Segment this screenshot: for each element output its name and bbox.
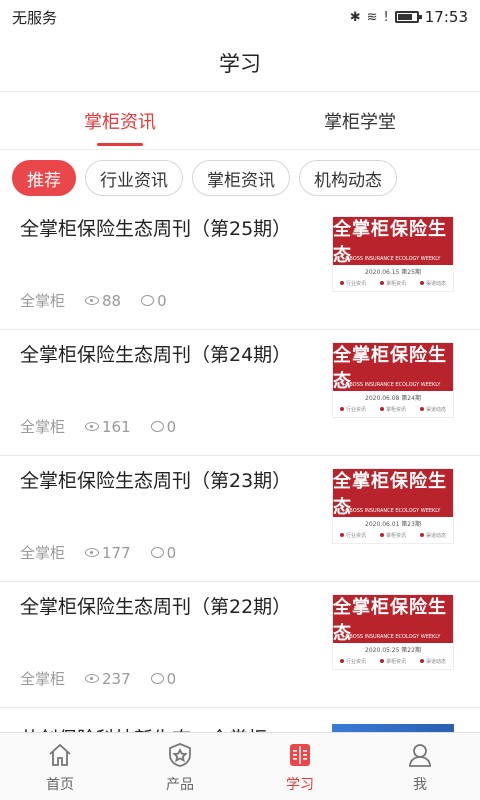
book-icon — [285, 740, 315, 770]
status-icons: ✱ ≋ ! 17:53 — [350, 8, 468, 26]
tab-academy[interactable]: 掌柜学堂 — [240, 92, 480, 149]
product-shield-icon — [165, 740, 195, 770]
clock: 17:53 — [424, 8, 468, 26]
article-thumbnail: 全掌柜保险生态 QBOSS INSURANCE ECOLOGY WEEKLY 20… — [332, 216, 454, 292]
tab-label: 掌柜学堂 — [324, 111, 396, 133]
tab-news[interactable]: 掌柜资讯 — [0, 92, 240, 149]
article-title: 全掌柜保险生态周刊（第22期） — [20, 596, 292, 618]
comment-count: 0 — [150, 544, 176, 562]
tab-label: 掌柜资讯 — [84, 111, 156, 133]
article-meta: 全掌柜 88 0 — [20, 290, 167, 311]
tab-bar: 掌柜资讯 掌柜学堂 — [0, 92, 480, 150]
nav-label: 学习 — [286, 776, 314, 793]
article-item[interactable]: 全掌柜保险生态周刊（第24期） 全掌柜 161 0 全掌柜保险生态 QBOSS I… — [0, 330, 480, 456]
thumbnail-date: 2020.06.08 第24期 — [365, 395, 421, 402]
carrier-text: 无服务 — [12, 8, 58, 27]
comment-count: 0 — [141, 292, 167, 310]
article-author: 全掌柜 — [20, 544, 66, 562]
wifi-icon: ≋ — [366, 9, 378, 25]
page-title: 学习 — [219, 51, 261, 76]
nav-label: 首页 — [46, 776, 74, 793]
status-bar: 无服务 ✱ ≋ ! 17:53 — [0, 0, 480, 34]
comment-count: 0 — [150, 670, 176, 688]
article-title: 全掌柜保险生态周刊（第23期） — [20, 470, 292, 492]
thumbnail-date: 2020.06.01 第23期 — [365, 521, 421, 528]
nav-me[interactable]: 我 — [360, 733, 480, 800]
thumbnail-date: 2020.05.25 第22期 — [365, 647, 421, 654]
thumbnail-tags: 行业资讯 掌柜资讯 渠道动态 — [333, 280, 453, 287]
comment-icon — [150, 421, 164, 432]
eye-icon — [85, 422, 100, 431]
article-title: 全掌柜保险生态周刊（第24期） — [20, 344, 292, 366]
article-list: 全掌柜保险生态周刊（第25期） 全掌柜 88 0 全掌柜保险生态 QBOSS IN… — [0, 204, 480, 748]
thumbnail-banner: 全掌柜保险生态 QBOSS INSURANCE ECOLOGY WEEKLY — [333, 217, 453, 266]
article-item[interactable]: 全掌柜保险生态周刊（第22期） 全掌柜 237 0 全掌柜保险生态 QBOSS I… — [0, 582, 480, 708]
chip-manager-news[interactable]: 掌柜资讯 — [192, 160, 290, 196]
battery-icon — [394, 11, 422, 23]
thumbnail-banner: 全掌柜保险生态 QBOSS INSURANCE ECOLOGY WEEKLY — [333, 469, 453, 518]
page-title-bar: 学习 — [0, 34, 480, 92]
article-meta: 全掌柜 237 0 — [20, 668, 176, 689]
thumbnail-banner: 全掌柜保险生态 QBOSS INSURANCE ECOLOGY WEEKLY — [333, 343, 453, 392]
home-icon — [45, 740, 75, 770]
article-title: 全掌柜保险生态周刊（第25期） — [20, 218, 292, 240]
article-item[interactable]: 全掌柜保险生态周刊（第25期） 全掌柜 88 0 全掌柜保险生态 QBOSS IN… — [0, 204, 480, 330]
bottom-nav: 首页 产品 学习 我 — [0, 732, 480, 800]
eye-icon — [85, 674, 100, 683]
view-count: 88 — [85, 292, 121, 310]
article-thumbnail: 全掌柜保险生态 QBOSS INSURANCE ECOLOGY WEEKLY 20… — [332, 342, 454, 418]
bluetooth-icon: ✱ — [349, 9, 361, 25]
article-meta: 全掌柜 177 0 — [20, 542, 176, 563]
nav-home[interactable]: 首页 — [0, 733, 120, 800]
article-thumbnail: 全掌柜保险生态 QBOSS INSURANCE ECOLOGY WEEKLY 20… — [332, 594, 454, 670]
thumbnail-tags: 行业资讯 掌柜资讯 渠道动态 — [333, 532, 453, 539]
chip-institution-news[interactable]: 机构动态 — [299, 160, 397, 196]
alert-icon: ! — [383, 9, 389, 25]
chip-recommended[interactable]: 推荐 — [12, 160, 76, 196]
comment-count: 0 — [150, 418, 176, 436]
eye-icon — [85, 296, 100, 305]
comment-icon — [150, 547, 164, 558]
comment-icon — [141, 295, 155, 306]
nav-study[interactable]: 学习 — [240, 733, 360, 800]
article-item[interactable]: 全掌柜保险生态周刊（第23期） 全掌柜 177 0 全掌柜保险生态 QBOSS I… — [0, 456, 480, 582]
user-icon — [405, 740, 435, 770]
category-chips: 推荐 行业资讯 掌柜资讯 机构动态 — [12, 160, 397, 196]
article-author: 全掌柜 — [20, 418, 66, 436]
nav-label: 我 — [413, 776, 427, 793]
thumbnail-date: 2020.06.15 第25期 — [365, 269, 421, 276]
thumbnail-tags: 行业资讯 掌柜资讯 渠道动态 — [333, 406, 453, 413]
article-author: 全掌柜 — [20, 292, 66, 310]
article-meta: 全掌柜 161 0 — [20, 416, 176, 437]
view-count: 237 — [85, 670, 131, 688]
view-count: 161 — [85, 418, 131, 436]
thumbnail-banner: 全掌柜保险生态 QBOSS INSURANCE ECOLOGY WEEKLY — [333, 595, 453, 644]
nav-products[interactable]: 产品 — [120, 733, 240, 800]
article-thumbnail: 全掌柜保险生态 QBOSS INSURANCE ECOLOGY WEEKLY 20… — [332, 468, 454, 544]
comment-icon — [150, 673, 164, 684]
thumbnail-tags: 行业资讯 掌柜资讯 渠道动态 — [333, 658, 453, 665]
chip-industry-news[interactable]: 行业资讯 — [85, 160, 183, 196]
eye-icon — [85, 548, 100, 557]
article-author: 全掌柜 — [20, 670, 66, 688]
view-count: 177 — [85, 544, 131, 562]
nav-label: 产品 — [166, 776, 194, 793]
